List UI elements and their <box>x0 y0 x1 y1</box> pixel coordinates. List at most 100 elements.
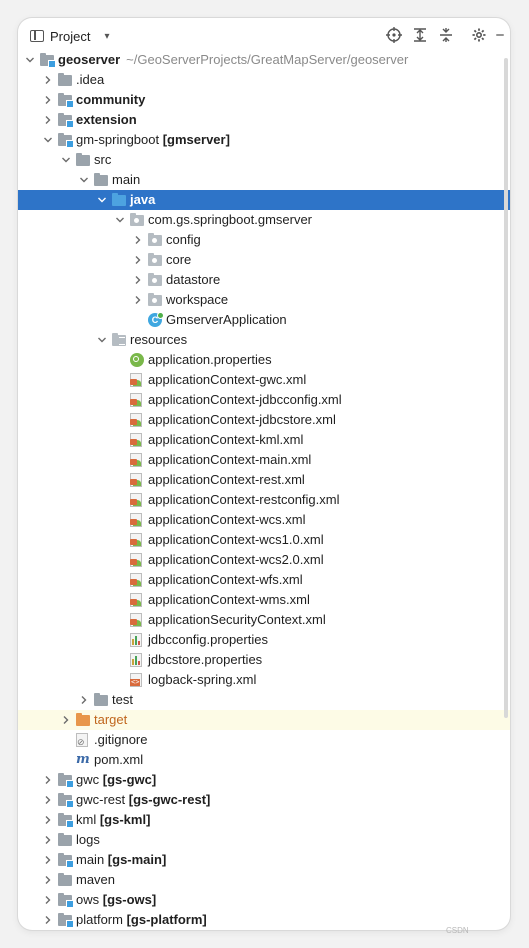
collapse-all-icon[interactable] <box>437 26 455 44</box>
chevron-right-icon[interactable] <box>42 894 54 906</box>
tree-node[interactable]: applicationContext-gwc.xml <box>18 370 510 390</box>
tree-node[interactable]: applicationSecurityContext.xml <box>18 610 510 630</box>
tree-node[interactable]: jdbcconfig.properties <box>18 630 510 650</box>
tree-node-label: applicationContext-kml.xml <box>148 432 303 448</box>
tree-node[interactable]: platform [gs-platform] <box>18 910 510 930</box>
tree-node[interactable]: src <box>18 150 510 170</box>
chevron-right-icon[interactable] <box>42 854 54 866</box>
tree-node-label: resources <box>130 332 187 348</box>
vertical-scrollbar[interactable] <box>504 58 508 718</box>
node-name: maven <box>76 872 116 887</box>
tree-node[interactable]: applicationContext-wcs.xml <box>18 510 510 530</box>
tree-node[interactable]: applicationContext-jdbcstore.xml <box>18 410 510 430</box>
tree-node[interactable]: applicationContext-main.xml <box>18 450 510 470</box>
chevron-right-icon[interactable] <box>42 814 54 826</box>
chevron-right-icon[interactable] <box>132 254 144 266</box>
tree-node[interactable]: applicationContext-rest.xml <box>18 470 510 490</box>
tree-node[interactable]: geoserver ~/GeoServerProjects/GreatMapSer… <box>18 50 510 70</box>
tree-node-label: applicationContext-jdbcstore.xml <box>148 412 336 428</box>
chevron-right-icon[interactable] <box>42 794 54 806</box>
node-name: applicationContext-kml.xml <box>148 432 304 447</box>
tree-node[interactable]: core <box>18 250 510 270</box>
tree-node[interactable]: logs <box>18 830 510 850</box>
minimize-icon[interactable] <box>494 26 506 44</box>
tree-node[interactable]: applicationContext-wfs.xml <box>18 570 510 590</box>
chevron-right-icon[interactable] <box>132 294 144 306</box>
chevron-right-icon[interactable] <box>132 234 144 246</box>
tree-node[interactable]: maven <box>18 870 510 890</box>
tree-node[interactable]: gwc-rest [gs-gwc-rest] <box>18 790 510 810</box>
tree-node[interactable]: workspace <box>18 290 510 310</box>
node-name: applicationContext-wms.xml <box>148 592 310 607</box>
tree-node[interactable]: config <box>18 230 510 250</box>
tree-node[interactable]: kml [gs-kml] <box>18 810 510 830</box>
package-icon <box>130 213 144 227</box>
excluded-folder-icon <box>76 713 90 727</box>
tree-node[interactable]: applicationContext-wcs2.0.xml <box>18 550 510 570</box>
tree-node[interactable]: logback-spring.xml <box>18 670 510 690</box>
chevron-right-icon[interactable] <box>78 694 90 706</box>
tree-node-label: test <box>112 692 133 708</box>
tree-node[interactable]: application.properties <box>18 350 510 370</box>
tree-node[interactable]: ows [gs-ows] <box>18 890 510 910</box>
tree-node[interactable]: main [gs-main] <box>18 850 510 870</box>
package-icon <box>148 253 162 267</box>
node-name: applicationContext-wfs.xml <box>148 572 303 587</box>
chevron-right-icon[interactable] <box>60 714 72 726</box>
tree-node[interactable]: resources <box>18 330 510 350</box>
spring-xml-icon <box>130 593 144 607</box>
chevron-right-icon[interactable] <box>42 114 54 126</box>
tree-node[interactable]: gm-springboot [gmserver] <box>18 130 510 150</box>
chevron-down-icon[interactable] <box>96 334 108 346</box>
chevron-right-icon[interactable] <box>132 274 144 286</box>
tree-node[interactable]: java <box>18 190 510 210</box>
tree-node[interactable]: applicationContext-kml.xml <box>18 430 510 450</box>
chevron-down-icon[interactable] <box>42 134 54 146</box>
tree-node[interactable]: m pom.xml <box>18 750 510 770</box>
expand-all-icon[interactable] <box>411 26 429 44</box>
spring-xml-icon <box>130 613 144 627</box>
folder-icon <box>94 173 108 187</box>
tree-node[interactable]: applicationContext-wms.xml <box>18 590 510 610</box>
chevron-right-icon[interactable] <box>42 94 54 106</box>
chevron-down-icon[interactable] <box>96 194 108 206</box>
tree-node-label: gm-springboot [gmserver] <box>76 132 230 148</box>
chevron-down-icon[interactable] <box>24 54 36 66</box>
node-name: logs <box>76 832 100 847</box>
tree-node[interactable]: applicationContext-restconfig.xml <box>18 490 510 510</box>
spring-xml-icon <box>130 473 144 487</box>
tree-node[interactable]: jdbcstore.properties <box>18 650 510 670</box>
chevron-down-icon[interactable] <box>78 174 90 186</box>
chevron-right-icon[interactable] <box>42 874 54 886</box>
tree-node[interactable]: datastore <box>18 270 510 290</box>
tree-node[interactable]: main <box>18 170 510 190</box>
settings-icon[interactable] <box>470 26 488 44</box>
tree-node[interactable]: target <box>18 710 510 730</box>
tree-node-label: ows [gs-ows] <box>76 892 156 908</box>
tree-node-label: main <box>112 172 140 188</box>
project-view-icon <box>30 30 44 42</box>
tree-node[interactable]: community <box>18 90 510 110</box>
java-class-icon: C <box>148 312 164 327</box>
tree-node[interactable]: applicationContext-jdbcconfig.xml <box>18 390 510 410</box>
tree-node-label: main [gs-main] <box>76 852 166 868</box>
tree-node[interactable]: .gitignore <box>18 730 510 750</box>
tree-node[interactable]: applicationContext-wcs1.0.xml <box>18 530 510 550</box>
tree-node[interactable]: extension <box>18 110 510 130</box>
tree-node[interactable]: test <box>18 690 510 710</box>
tree-node[interactable]: gwc [gs-gwc] <box>18 770 510 790</box>
project-view-selector[interactable]: Project ▾ <box>30 26 110 46</box>
tree-node[interactable]: .idea <box>18 70 510 90</box>
tree-node[interactable]: C GmserverApplication <box>18 310 510 330</box>
chevron-right-icon[interactable] <box>42 74 54 86</box>
properties-file-icon <box>130 653 144 667</box>
tree-node-label: applicationContext-wfs.xml <box>148 572 303 588</box>
chevron-down-icon[interactable] <box>114 214 126 226</box>
tree-node[interactable]: com.gs.springboot.gmserver <box>18 210 510 230</box>
chevron-down-icon[interactable] <box>60 154 72 166</box>
chevron-right-icon[interactable] <box>42 834 54 846</box>
chevron-right-icon[interactable] <box>42 774 54 786</box>
chevron-right-icon[interactable] <box>42 914 54 926</box>
tree-node-label: src <box>94 152 111 168</box>
locate-icon[interactable] <box>385 26 403 44</box>
